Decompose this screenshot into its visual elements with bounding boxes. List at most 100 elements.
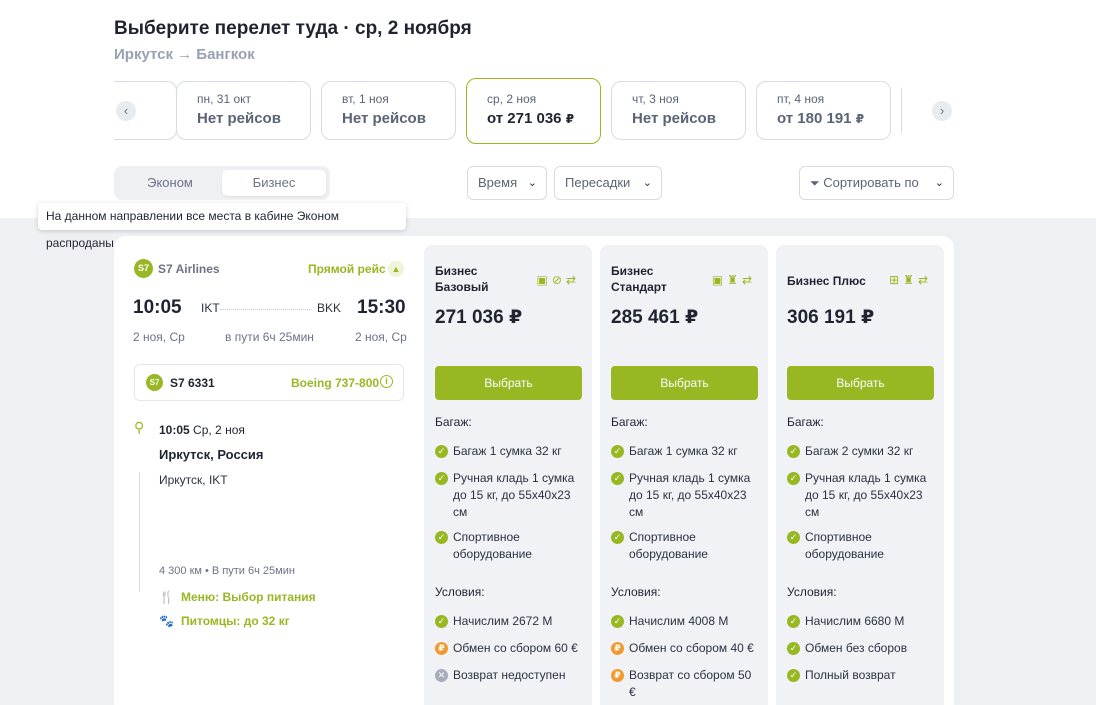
conditions-title: Условия: [611,585,661,599]
exchange-icon: ⇄ [565,273,580,287]
fare-icons: ▣⊘⇄ [537,273,580,287]
check-icon: ✓ [435,615,448,628]
date-price: от 180 191 ₽ [777,110,890,127]
check-icon: ✓ [787,615,800,628]
arrival-time: 15:30 [357,297,406,318]
baggage-text: Багаж 2 сумки 32 кг [805,444,914,458]
date-price-value: Нет рейсов [342,110,426,127]
segment-time: 10:05 [159,423,190,437]
seat-icon: ♜ [903,273,918,287]
date-carousel: пн, 31 окт Нет рейсов вт, 1 ноя Нет рейс… [114,78,954,144]
funnel-icon: ⏷ [810,176,820,190]
sort-dropdown[interactable]: ⏷ Сортировать по ⌄ [799,166,954,200]
departure-date: 2 ноя, Ср [133,330,185,344]
check-icon: ✓ [787,669,800,682]
filter-transfers-label: Пересадки [565,175,631,190]
date-card-nov3[interactable]: чт, 3 ноя Нет рейсов [611,81,746,140]
pets-label: Питомцы: до 32 кг [181,614,290,628]
baggage-item: ✓ Багаж 1 сумка 32 кг [435,443,585,460]
baggage-item: ✓ Спортивное оборудование [787,529,937,563]
date-price-value: Нет рейсов [632,110,716,127]
ruble-fee-icon: ₽ [611,642,624,655]
fare-price: 306 191 ₽ [787,307,875,328]
baggage-text: Спортивное оборудование [629,530,708,561]
check-icon: ✓ [611,615,624,628]
check-icon: ✓ [611,531,624,544]
segment-airport: Иркутск, IKT [159,473,228,487]
direct-flight-label[interactable]: Прямой рейс [308,262,386,276]
check-icon: ✓ [611,445,624,458]
fork-knife-icon: 🍴 [159,590,174,604]
meal-feature: 🍴 Меню: Выбор питания [159,590,316,604]
date-label: ср, 2 ноя [487,92,537,106]
airline-name: S7 Airlines [158,262,220,276]
condition-text: Обмен со сбором 40 € [629,641,754,655]
flight-number-box: S7 S7 6331 Boeing 737-800 i [134,364,404,401]
cabin-econom[interactable]: Эконом [118,170,222,196]
baggage-text: Ручная кладь 1 сумка до 15 кг, до 55х40х… [805,471,927,519]
baggage-title: Багаж: [787,415,824,429]
condition-text: Начислим 6680 M [805,614,905,628]
date-label: пн, 31 окт [197,92,252,106]
date-card-oct31[interactable]: пн, 31 окт Нет рейсов [176,81,311,140]
date-price: Нет рейсов [342,110,455,127]
date-card-nov4[interactable]: пт, 4 ноя от 180 191 ₽ [756,81,891,140]
cabin-toggle: Эконом Бизнес [114,166,330,200]
tooltip: На данном направлении все места в кабине… [38,203,406,250]
condition-text: Обмен со сбором 60 € [453,641,578,655]
date-label: пт, 4 ноя [777,92,825,106]
cross-icon: ✕ [435,669,448,682]
fare-card-business-basic: Бизнес Базовый ▣⊘⇄ 271 036 ₽ Выбрать Баг… [424,245,592,705]
date-card-nov1[interactable]: вт, 1 ноя Нет рейсов [321,81,456,140]
rub-sign: ₽ [855,112,865,126]
baggage-title: Багаж: [611,415,648,429]
fare-card-business-standard: Бизнес Стандарт ▣♜⇄ 285 461 ₽ Выбрать Ба… [600,245,768,705]
filter-time-label: Время [478,175,518,190]
chevron-right-icon[interactable]: › [932,101,952,121]
segment-line [139,472,140,592]
chevron-down-icon: ⌄ [642,177,652,189]
condition-text: Начислим 2672 M [453,614,553,628]
ruble-fee-icon: ₽ [435,642,448,655]
fare-price: 271 036 ₽ [435,307,523,328]
paw-icon: 🐾 [159,614,174,628]
airline-logo: S7 [134,259,153,278]
ruble-fee-icon: ₽ [611,669,624,682]
select-button[interactable]: Выбрать [611,366,758,400]
check-icon: ✓ [435,472,448,485]
segment-departure: 10:05 Ср, 2 ноя [159,423,245,437]
filter-transfers[interactable]: Пересадки ⌄ [554,166,662,200]
condition-text: Начислим 4008 M [629,614,729,628]
no-seat-icon: ⊘ [551,273,566,287]
sort-label: Сортировать по [823,175,919,190]
condition-text: Возврат со сбором 50 € [629,668,752,699]
page-title: Выберите перелет туда · ср, 2 ноября [114,18,472,39]
baggage-item: ✓ Ручная кладь 1 сумка до 15 кг, до 55х40… [611,470,761,521]
date-card-nov2-selected[interactable]: ср, 2 ноя от 271 036 ₽ [466,78,601,144]
baggage-text: Спортивное оборудование [453,530,532,561]
airline-logo: S7 [146,374,163,391]
baggage-title: Багаж: [435,415,472,429]
segment-city: Иркутск, Россия [159,447,264,462]
date-price: Нет рейсов [197,110,310,127]
select-button[interactable]: Выбрать [435,366,582,400]
baggage-text: Багаж 1 сумка 32 кг [629,444,738,458]
baggage-item: ✓ Багаж 2 сумки 32 кг [787,443,937,460]
aircraft-type[interactable]: Boeing 737-800 [291,376,379,390]
condition-item: ₽ Обмен со сбором 40 € [611,640,761,657]
date-label: чт, 3 ноя [632,92,679,106]
chevron-left-icon[interactable]: ‹ [116,101,136,121]
condition-item: ✕ Возврат недоступен [435,667,585,684]
pets-feature: 🐾 Питомцы: до 32 кг [159,614,290,628]
conditions-title: Условия: [435,585,485,599]
filter-time[interactable]: Время ⌄ [467,166,547,200]
select-button[interactable]: Выбрать [787,366,934,400]
info-icon[interactable]: i [380,375,393,388]
baggage-item: ✓ Спортивное оборудование [435,529,585,563]
baggage-text: Спортивное оборудование [805,530,884,561]
check-icon: ✓ [787,445,800,458]
chevron-down-icon: ⌄ [527,177,537,189]
cabin-business[interactable]: Бизнес [222,170,326,196]
chevron-down-icon: ⌄ [934,177,944,189]
chevron-up-icon[interactable]: ▲ [388,261,404,277]
